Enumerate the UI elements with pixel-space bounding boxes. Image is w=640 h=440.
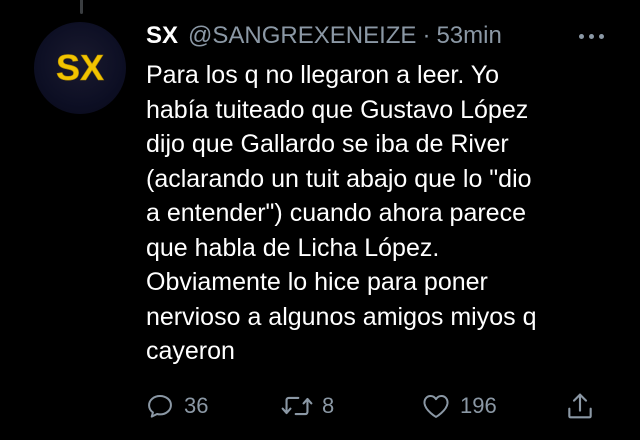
avatar-text: SX — [56, 47, 104, 88]
user-handle[interactable]: @SANGREXENEIZE — [188, 22, 416, 50]
heart-icon — [423, 395, 449, 418]
more-options-icon[interactable] — [579, 33, 616, 39]
display-name[interactable]: SX — [146, 22, 178, 50]
tweet-actions: 36 8 196 — [144, 390, 600, 426]
avatar[interactable]: SX — [34, 22, 126, 114]
retweet-button[interactable]: 8 — [280, 390, 334, 422]
share-button[interactable] — [564, 390, 596, 422]
separator-dot: · — [422, 22, 431, 49]
reply-button[interactable]: 36 — [144, 390, 208, 422]
tweet-content: SX @SANGREXENEIZE · 53min Para los q no … — [146, 18, 616, 369]
tweet-text-line: había tuiteado que Gustavo López — [146, 95, 529, 124]
tweet-text-line: dijo que Gallardo se iba de River — [146, 130, 509, 158]
reply-count: 36 — [184, 393, 209, 418]
tweet-text-line: cayeron — [146, 337, 235, 365]
thread-connector-line — [80, 0, 83, 14]
tweet-text-line: Para los q no llegaron a leer. Yo — [146, 61, 500, 89]
like-button[interactable]: 196 — [420, 390, 497, 422]
timestamp[interactable]: 53min — [436, 22, 501, 50]
share-icon — [568, 393, 592, 419]
tweet[interactable]: SX SX @SANGREXENEIZE · 53min Para los q … — [0, 0, 640, 440]
retweet-icon — [281, 396, 313, 416]
avatar-logo-icon: SX — [56, 47, 105, 89]
retweet-count: 8 — [322, 393, 335, 418]
like-count: 196 — [460, 393, 497, 418]
tweet-text-line: Obviamente lo hice para poner — [146, 268, 488, 296]
tweet-header: SX @SANGREXENEIZE · 53min — [146, 18, 616, 54]
reply-icon — [148, 395, 172, 418]
tweet-text-line: que habla de Licha López. — [146, 233, 440, 262]
tweet-text-line: (aclarando un tuit abajo que lo "dio — [146, 164, 532, 193]
tweet-text: Para los q no llegaron a leer. Yo había … — [146, 58, 616, 369]
tweet-text-line: a entender") cuando ahora parece — [146, 199, 526, 227]
tweet-text-line: nervioso a algunos amigos miyos q — [146, 302, 537, 331]
